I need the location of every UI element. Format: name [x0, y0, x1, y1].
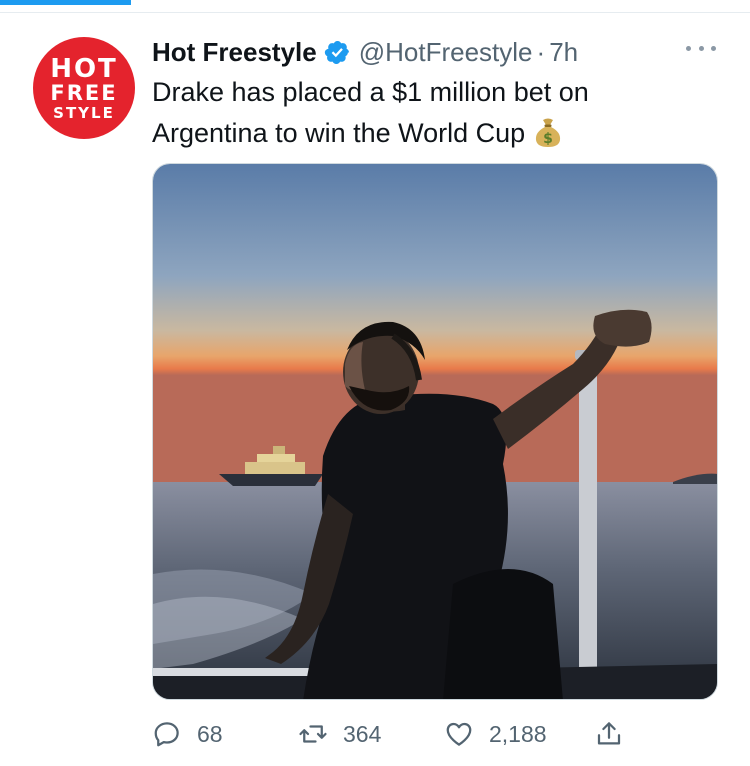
- photo-man-on-boat-at-sunset: [153, 164, 717, 699]
- separator-dot: ·: [536, 36, 546, 67]
- money-bag-icon: $: [533, 116, 563, 148]
- share-icon: [597, 722, 621, 745]
- more-dot: [711, 45, 716, 51]
- reply-button[interactable]: 68: [152, 714, 223, 754]
- top-divider: [0, 12, 750, 13]
- timestamp[interactable]: 7h: [549, 37, 578, 68]
- avatar[interactable]: HOT FREE STYLE: [33, 37, 135, 139]
- svg-text:$: $: [543, 131, 553, 147]
- display-name[interactable]: Hot Freestyle: [152, 37, 317, 68]
- retweet-button[interactable]: 364: [298, 714, 381, 754]
- avatar-text-style: STYLE: [53, 103, 115, 122]
- tweet-media-photo[interactable]: [152, 163, 718, 700]
- reply-count: 68: [197, 720, 223, 747]
- active-tab-indicator: [0, 0, 131, 5]
- more-dot: [686, 45, 691, 51]
- heart-icon: [446, 722, 472, 746]
- share-button[interactable]: [594, 714, 639, 754]
- avatar-text-hot: HOT: [50, 53, 118, 84]
- tweet-actions: 68 364 2,188: [152, 714, 718, 754]
- retweet-icon: [299, 725, 327, 743]
- tweet-text-line-2: Argentina to win the World Cup $: [152, 113, 712, 154]
- tweet-text: Drake has placed a $1 million bet on Arg…: [152, 72, 712, 154]
- more-options-icon[interactable]: [683, 36, 719, 60]
- avatar-text-free: FREE: [50, 80, 118, 105]
- more-dot: [698, 45, 704, 51]
- like-button[interactable]: 2,188: [444, 714, 547, 754]
- reply-icon: [154, 722, 179, 747]
- verified-badge-icon: [324, 39, 351, 66]
- handle[interactable]: @HotFreestyle: [359, 37, 533, 68]
- retweet-count: 364: [343, 720, 382, 747]
- tweet-header: Hot Freestyle @HotFreestyle · 7h: [152, 36, 578, 68]
- tweet-text-line: Argentina to win the World Cup: [152, 118, 526, 148]
- tweet-text-line: Drake has placed a $1 million bet on: [152, 77, 589, 107]
- like-count: 2,188: [489, 720, 547, 747]
